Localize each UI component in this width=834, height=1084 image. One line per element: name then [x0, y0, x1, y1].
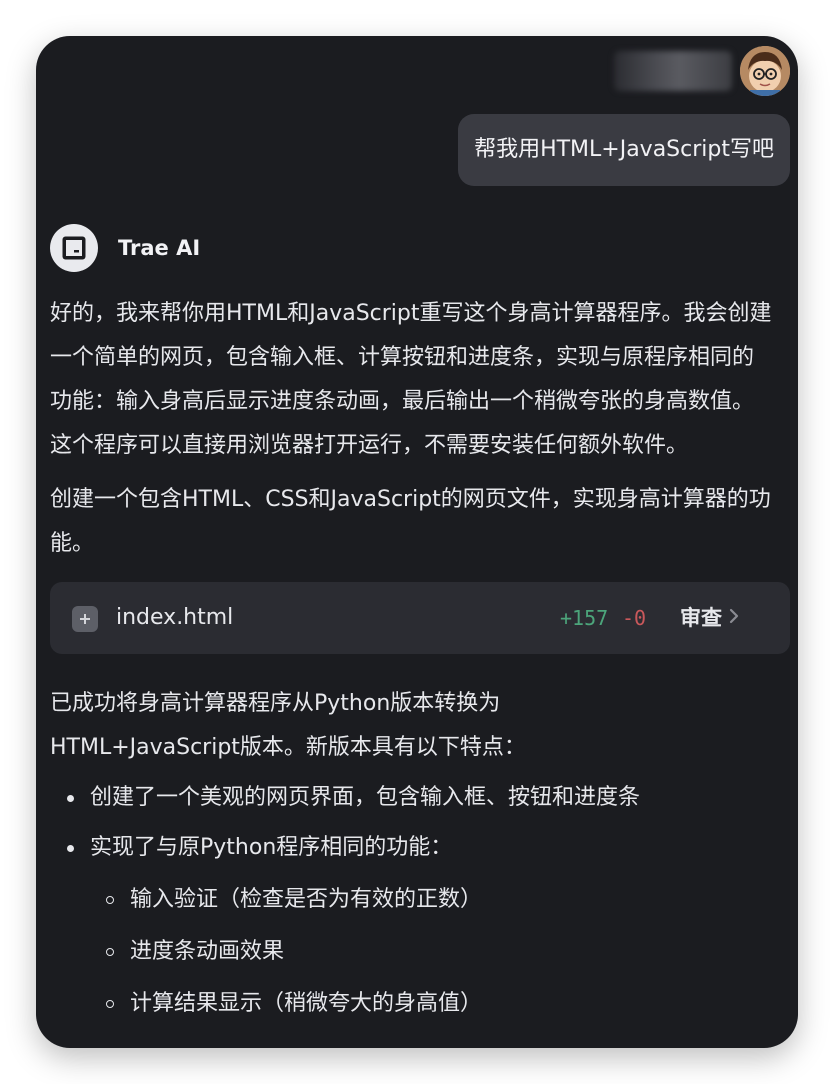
feature-list: 创建了一个美观的网页界面，包含输入框、按钮和进度条 实现了与原Python程序相… — [50, 776, 790, 1026]
chevron-right-icon — [728, 596, 740, 640]
intro-paragraph: 好的，我来帮你用HTML和JavaScript重写这个身高计算器程序。我会创建一… — [50, 301, 772, 458]
user-header — [614, 46, 790, 96]
list-item: 进度条动画效果 — [90, 930, 790, 974]
user-avatar-icon[interactable] — [740, 46, 790, 96]
list-item: 计算结果显示（稍微夸大的身高值） — [90, 982, 790, 1026]
review-label: 审查 — [680, 606, 722, 630]
user-message-bubble: 帮我用HTML+JavaScript写吧 — [458, 114, 790, 186]
review-button[interactable]: 审查 — [680, 582, 740, 654]
additions-count: +157 — [560, 606, 609, 630]
list-item: 输入验证（检查是否为有效的正数） — [90, 878, 790, 922]
plus-icon[interactable] — [72, 606, 98, 632]
assistant-name: Trae AI — [118, 236, 201, 260]
summary-paragraph: 已成功将身高计算器程序从Python版本转换为HTML+JavaScript版本… — [50, 691, 526, 760]
deletions-count: -0 — [622, 606, 647, 630]
list-item: 实现了与原Python程序相同的功能： 输入验证（检查是否为有效的正数） 进度条… — [50, 826, 790, 1026]
sub-feature-list: 输入验证（检查是否为有效的正数） 进度条动画效果 计算结果显示（稍微夸大的身高值… — [90, 878, 790, 1026]
user-name-redacted — [614, 51, 732, 91]
file-change-card[interactable]: index.html +157 -0 审查 — [50, 582, 790, 654]
trae-logo-icon — [50, 224, 98, 272]
file-name[interactable]: index.html — [116, 582, 233, 654]
assistant-response: 好的，我来帮你用HTML和JavaScript重写这个身高计算器程序。我会创建一… — [50, 292, 790, 1026]
list-item: 创建了一个美观的网页界面，包含输入框、按钮和进度条 — [50, 776, 790, 820]
assistant-header: Trae AI — [50, 224, 200, 272]
chat-window: 帮我用HTML+JavaScript写吧 Trae AI 好的，我来帮你用HTM… — [36, 36, 798, 1048]
plan-paragraph: 创建一个包含HTML、CSS和JavaScript的网页文件，实现身高计算器的功… — [50, 487, 771, 556]
